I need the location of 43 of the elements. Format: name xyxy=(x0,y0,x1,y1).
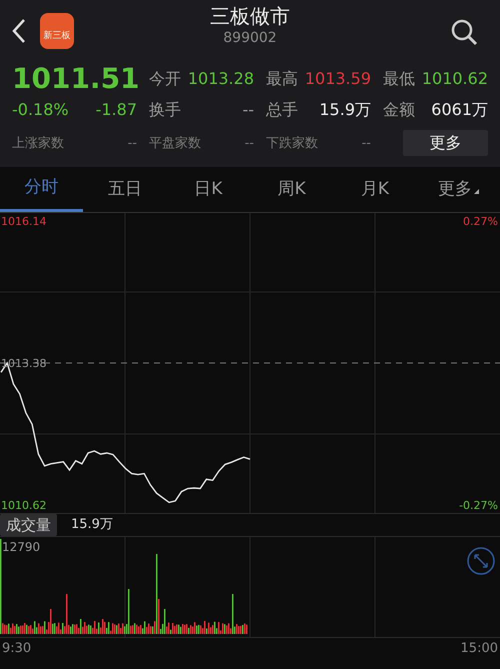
back-icon[interactable] xyxy=(12,18,26,44)
change-amount: -1.87 xyxy=(96,99,137,121)
chart-tab[interactable]: 月K xyxy=(333,167,417,212)
stat-value: 1010.62 xyxy=(422,68,488,90)
page-title: 三板做市 xyxy=(210,4,290,28)
stat-label: 今开 xyxy=(149,68,181,90)
chart-tab[interactable]: 日K xyxy=(166,167,250,212)
axis-label: 1016.14 xyxy=(1,215,46,228)
stat-value: 15.9万 xyxy=(319,99,371,121)
volume-label[interactable]: 成交量 xyxy=(0,514,57,536)
axis-label: 0.27% xyxy=(463,215,498,228)
stat-label: 最低 xyxy=(383,68,415,90)
search-icon[interactable] xyxy=(450,18,478,46)
stat-label: 平盘家数 xyxy=(149,135,201,154)
stat-value: -- xyxy=(242,99,254,121)
chart-tab[interactable]: 分时 xyxy=(0,167,84,212)
time-label: 9:30 xyxy=(2,640,32,658)
expand-icon[interactable] xyxy=(467,547,495,575)
axis-label: 1010.62 xyxy=(1,499,46,512)
stat-value: 1013.28 xyxy=(188,68,254,90)
axis-label: -0.27% xyxy=(459,499,498,512)
more-button[interactable]: 更多 xyxy=(403,130,488,156)
stock-code: 899002 xyxy=(223,29,277,48)
stat-value: -- xyxy=(362,135,371,154)
chart-tab[interactable]: 五日 xyxy=(83,167,167,212)
stat-label: 下跌家数 xyxy=(266,135,318,154)
last-price: 1011.51 xyxy=(12,62,137,96)
stat-label: 总手 xyxy=(266,99,298,121)
chart-tab[interactable]: 周K xyxy=(250,167,334,212)
stat-label: 换手 xyxy=(149,99,181,121)
stat-value: 6061万 xyxy=(431,99,488,121)
stat-label: 上涨家数 xyxy=(12,135,64,154)
volume-total: 15.9万 xyxy=(71,516,113,534)
stat-value: -- xyxy=(128,135,137,154)
volume-max-label: 12790 xyxy=(2,540,40,554)
change-percent: -0.18% xyxy=(12,99,69,121)
stat-value: -- xyxy=(244,135,254,154)
app-logo: 新三板 xyxy=(40,13,74,49)
stat-value: 1013.59 xyxy=(304,68,371,90)
stat-label: 金额 xyxy=(383,99,415,121)
stat-label: 最高 xyxy=(266,68,298,90)
time-label: 15:00 xyxy=(460,640,498,658)
chart-tab[interactable]: 更多 xyxy=(416,167,500,212)
